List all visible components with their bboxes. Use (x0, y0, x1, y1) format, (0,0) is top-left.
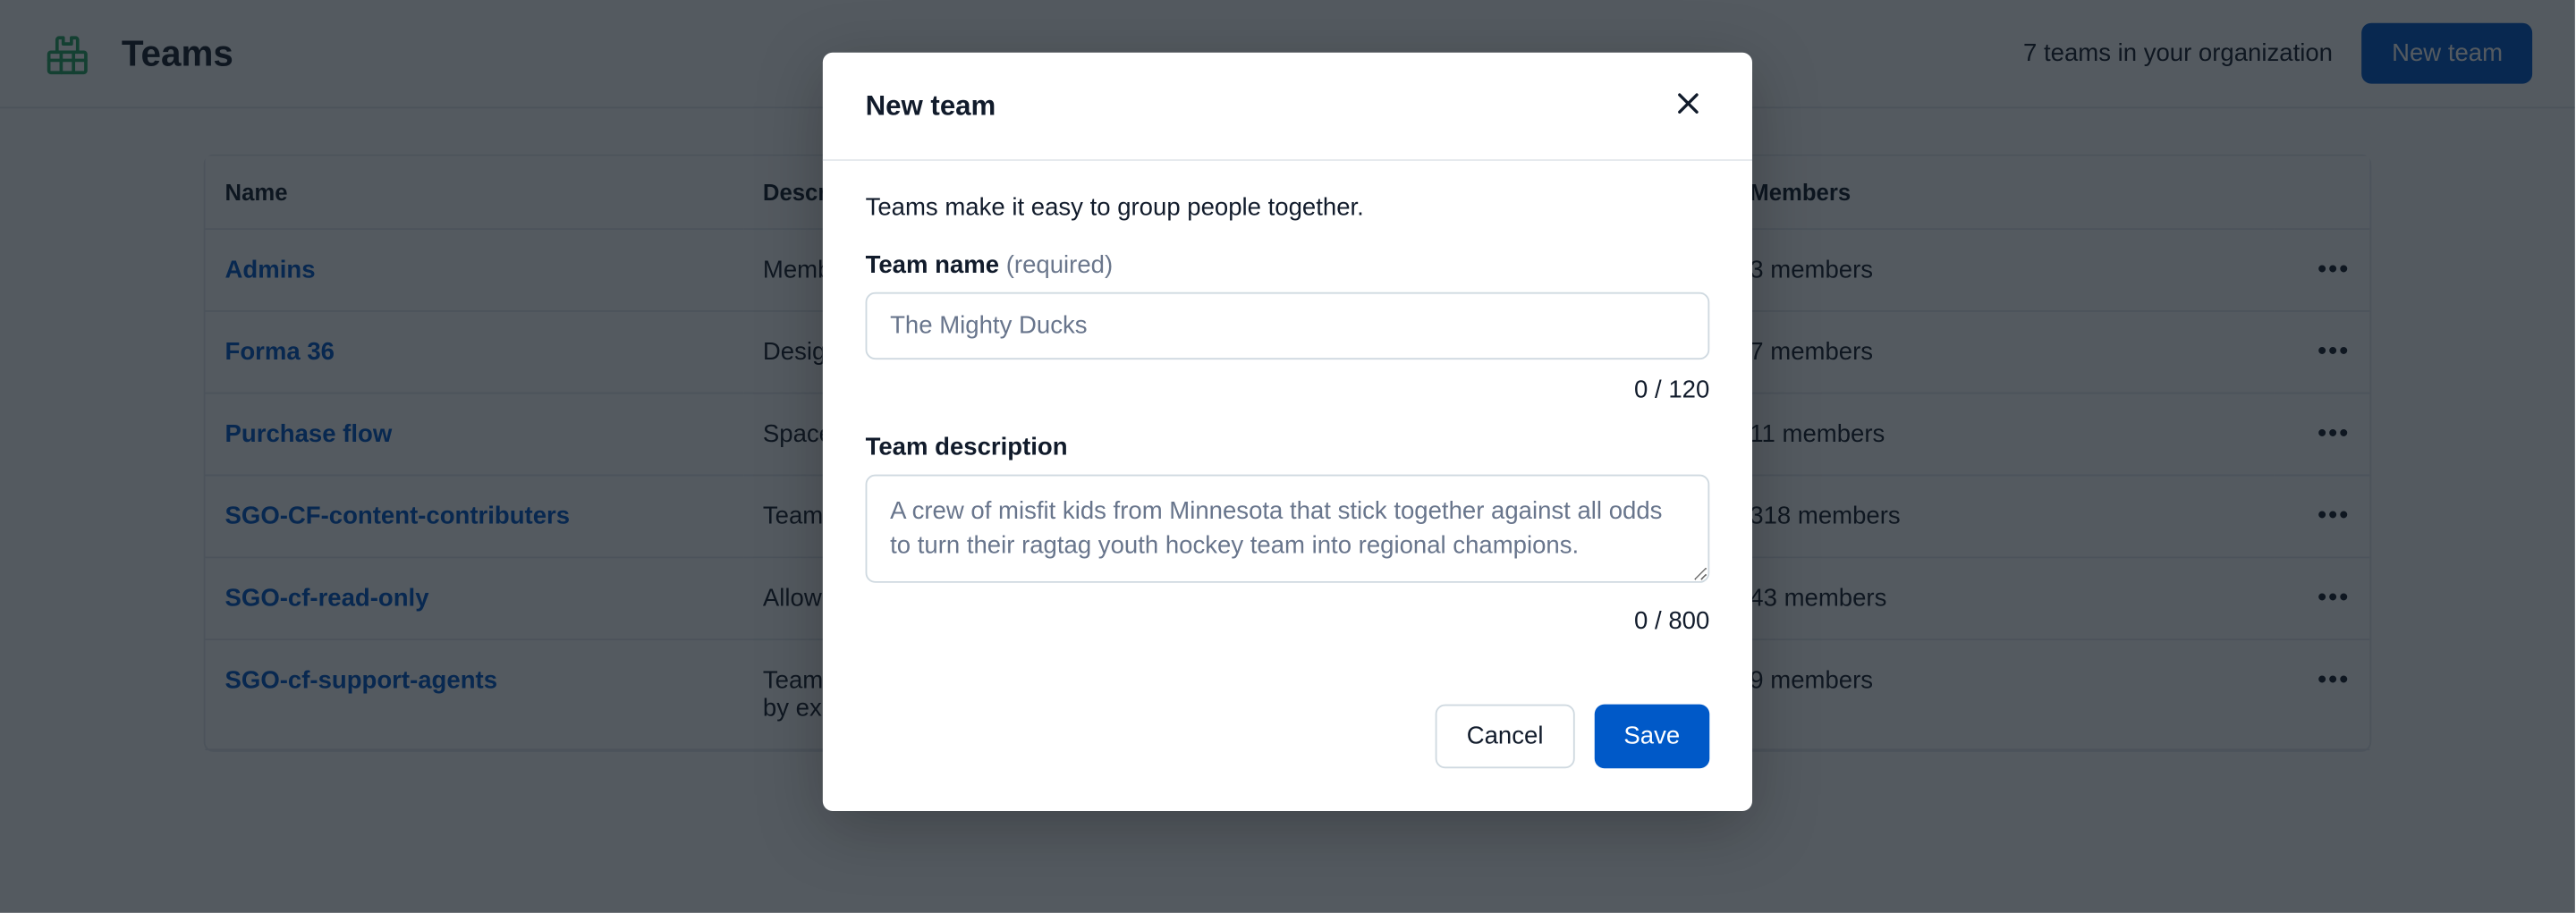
modal-title: New team (866, 89, 996, 123)
close-icon (1674, 98, 1703, 123)
modal-overlay[interactable]: New team Teams make it easy to group peo… (0, 0, 2575, 913)
team-description-input[interactable] (866, 475, 1710, 583)
team-description-label: Team description (866, 434, 1710, 461)
save-button[interactable]: Save (1594, 705, 1709, 769)
team-name-label: Team name (required) (866, 251, 1710, 279)
team-name-input[interactable] (866, 292, 1710, 359)
modal-close-button[interactable] (1667, 82, 1710, 130)
cancel-button[interactable]: Cancel (1436, 705, 1575, 769)
new-team-modal: New team Teams make it easy to group peo… (823, 53, 1752, 811)
modal-intro-text: Teams make it easy to group people toget… (866, 194, 1710, 222)
team-description-char-count: 0 / 800 (866, 607, 1710, 635)
team-name-char-count: 0 / 120 (866, 376, 1710, 403)
